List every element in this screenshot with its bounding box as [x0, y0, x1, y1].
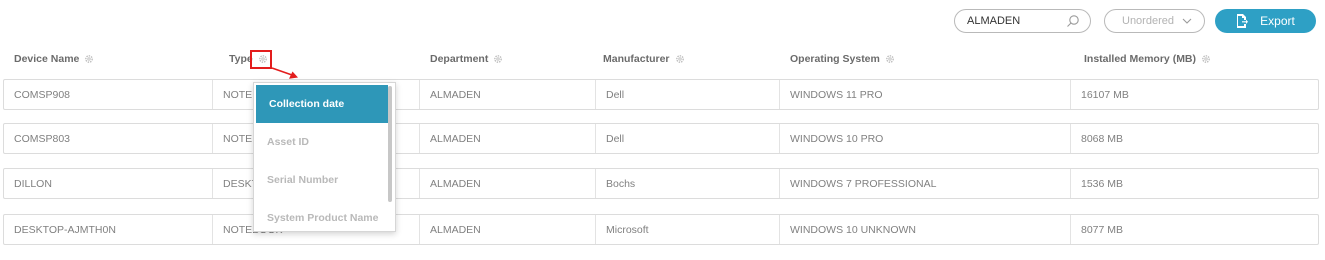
- search-icon[interactable]: [1066, 14, 1080, 28]
- menu-item-serial-number[interactable]: Serial Number: [254, 161, 388, 199]
- sort-select[interactable]: Unordered: [1104, 9, 1205, 33]
- cell-operating-system: WINDOWS 10 UNKNOWN: [779, 215, 1070, 244]
- header-label: Installed Memory (MB): [1084, 53, 1197, 65]
- cell-manufacturer: Dell: [595, 124, 779, 153]
- cell-installed-memory: 8077 MB: [1070, 215, 1318, 244]
- cell-device-name: COMSP803: [14, 132, 71, 145]
- header-label: Manufacturer: [603, 53, 670, 65]
- cell-operating-system: WINDOWS 11 PRO: [779, 80, 1070, 109]
- gear-highlight-box: [250, 50, 272, 69]
- header-label: Department: [430, 53, 489, 65]
- sort-select-value: Unordered: [1122, 15, 1174, 27]
- table-row[interactable]: DESKTOP-AJMTH0N NOTEBOOK ALMADEN Microso…: [3, 214, 1319, 245]
- gear-icon[interactable]: [493, 54, 503, 64]
- cell-manufacturer: Dell: [595, 80, 779, 109]
- menu-item-system-product-name[interactable]: System Product Name: [254, 199, 388, 231]
- header-device-name[interactable]: Device Name: [14, 53, 94, 65]
- cell-department: ALMADEN: [419, 169, 595, 198]
- header-operating-system[interactable]: Operating System: [790, 53, 895, 65]
- export-button[interactable]: Export: [1215, 9, 1316, 33]
- menu-scrollbar[interactable]: [388, 86, 392, 202]
- header-label: Operating System: [790, 53, 880, 65]
- cell-department: ALMADEN: [419, 124, 595, 153]
- gear-icon[interactable]: [1201, 54, 1211, 64]
- cell-operating-system: WINDOWS 7 PROFESSIONAL: [779, 169, 1070, 198]
- gear-icon[interactable]: [885, 54, 895, 64]
- export-label: Export: [1260, 14, 1295, 28]
- cell-installed-memory: 16107 MB: [1070, 80, 1318, 109]
- annotation-arrow-icon: [271, 67, 298, 79]
- table-row[interactable]: COMSP908 NOTEI ALMADEN Dell WINDOWS 11 P…: [3, 79, 1319, 110]
- gear-icon[interactable]: [675, 54, 685, 64]
- table-header: Device Name Type Department Manufacturer…: [0, 53, 1325, 69]
- header-installed-memory[interactable]: Installed Memory (MB): [1084, 53, 1211, 65]
- cell-operating-system: WINDOWS 10 PRO: [779, 124, 1070, 153]
- header-label: Device Name: [14, 53, 80, 65]
- header-department[interactable]: Department: [430, 53, 503, 65]
- cell-installed-memory: 1536 MB: [1070, 169, 1318, 198]
- menu-item-collection-date[interactable]: Collection date: [256, 85, 388, 123]
- header-manufacturer[interactable]: Manufacturer: [603, 53, 685, 65]
- menu-item-asset-id[interactable]: Asset ID: [254, 123, 388, 161]
- cell-device-name: DESKTOP-AJMTH0N: [14, 223, 116, 236]
- cell-manufacturer: Bochs: [595, 169, 779, 198]
- cell-device-name: COMSP908: [14, 88, 71, 101]
- export-icon: [1237, 14, 1249, 28]
- cell-department: ALMADEN: [419, 80, 595, 109]
- column-menu[interactable]: Collection date Asset ID Serial Number S…: [253, 82, 396, 232]
- gear-icon[interactable]: [84, 54, 94, 64]
- cell-installed-memory: 8068 MB: [1070, 124, 1318, 153]
- cell-manufacturer: Microsoft: [595, 215, 779, 244]
- cell-department: ALMADEN: [419, 215, 595, 244]
- search-input[interactable]: [967, 13, 1063, 29]
- chevron-down-icon: [1182, 18, 1192, 24]
- search-box[interactable]: [954, 9, 1091, 33]
- cell-device-name: DILLON: [14, 177, 52, 190]
- table-row[interactable]: DILLON DESKT ALMADEN Bochs WINDOWS 7 PRO…: [3, 168, 1319, 199]
- table-row[interactable]: COMSP803 NOTEI ALMADEN Dell WINDOWS 10 P…: [3, 123, 1319, 154]
